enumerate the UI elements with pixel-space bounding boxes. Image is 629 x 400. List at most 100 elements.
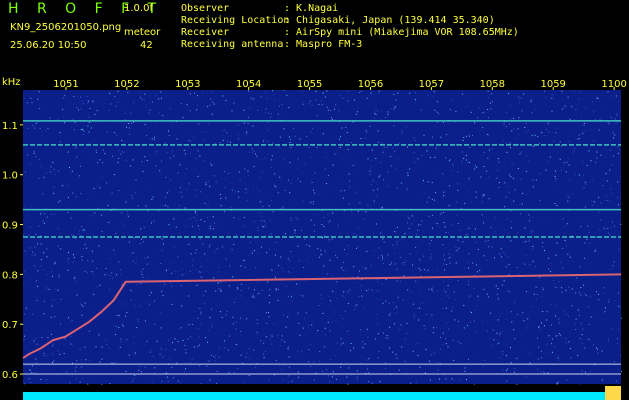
noise-dot: [556, 205, 558, 206]
noise-dot: [305, 280, 307, 282]
noise-dot: [72, 234, 74, 236]
noise-dot: [340, 190, 342, 192]
noise-dot: [407, 172, 409, 174]
noise-dot: [414, 316, 416, 318]
noise-dot: [573, 90, 575, 92]
noise-dot: [265, 350, 266, 352]
noise-dot: [73, 257, 75, 259]
noise-dot: [551, 338, 553, 340]
noise-dot: [481, 214, 483, 216]
noise-dot: [49, 267, 51, 268]
noise-dot: [564, 163, 566, 165]
noise-dot: [46, 354, 48, 356]
noise-dot: [213, 225, 215, 226]
noise-dot: [153, 172, 155, 174]
noise-dot: [546, 311, 548, 313]
noise-dot: [69, 167, 70, 168]
noise-dot: [499, 316, 501, 318]
noise-dot: [92, 235, 93, 237]
noise-dot: [411, 215, 413, 217]
noise-dot: [589, 182, 591, 184]
noise-dot: [469, 146, 471, 148]
noise-dot: [253, 221, 255, 223]
noise-dot: [373, 200, 375, 202]
noise-dot: [378, 247, 380, 249]
noise-dot: [501, 256, 503, 258]
noise-dot: [528, 321, 530, 323]
noise-dot: [64, 122, 66, 124]
noise-dot: [328, 222, 330, 224]
noise-dot: [538, 346, 540, 348]
noise-dot: [370, 193, 372, 195]
noise-dot: [132, 197, 134, 199]
noise-dot: [223, 129, 225, 131]
noise-dot: [304, 162, 306, 163]
noise-dot: [332, 286, 333, 288]
noise-dot: [556, 383, 558, 385]
noise-dot: [311, 104, 313, 106]
noise-dot: [52, 275, 54, 277]
noise-dot: [539, 276, 541, 278]
noise-dot: [482, 127, 484, 128]
noise-dot: [74, 370, 76, 372]
noise-dot: [431, 253, 432, 255]
noise-dot: [218, 333, 220, 335]
noise-dot: [69, 382, 71, 384]
noise-dot: [27, 154, 29, 156]
noise-dot: [54, 213, 56, 215]
noise-dot: [558, 318, 560, 320]
noise-dot: [537, 136, 539, 138]
noise-dot: [197, 104, 199, 106]
noise-dot: [257, 109, 259, 111]
noise-dot: [443, 263, 445, 265]
noise-dot: [95, 109, 97, 111]
noise-dot: [253, 166, 255, 168]
noise-dot: [385, 362, 387, 364]
noise-dot: [603, 178, 604, 180]
noise-dot: [146, 160, 148, 161]
noise-dot: [575, 173, 577, 175]
noise-dot: [174, 202, 176, 204]
noise-dot: [260, 246, 262, 248]
noise-dot: [334, 153, 336, 155]
noise-dot: [423, 269, 425, 271]
noise-dot: [506, 151, 508, 153]
noise-dot: [528, 353, 530, 354]
noise-dot: [383, 241, 385, 243]
noise-dot: [490, 102, 491, 104]
noise-dot: [318, 305, 320, 307]
noise-dot: [25, 171, 26, 173]
noise-dot: [572, 153, 574, 154]
noise-dot: [200, 246, 202, 248]
noise-dot: [565, 338, 567, 339]
noise-dot: [143, 241, 145, 243]
noise-dot: [406, 189, 408, 191]
noise-dot: [508, 174, 510, 176]
noise-dot: [532, 216, 534, 218]
noise-dot: [490, 312, 492, 314]
noise-dot: [287, 258, 289, 260]
noise-dot: [350, 343, 352, 344]
noise-dot: [613, 261, 615, 263]
noise-dot: [171, 303, 173, 305]
noise-dot: [306, 244, 308, 246]
noise-dot: [615, 95, 617, 97]
noise-dot: [211, 355, 212, 356]
noise-dot: [368, 288, 370, 290]
noise-dot: [310, 219, 312, 221]
noise-dot: [228, 335, 230, 337]
noise-dot: [35, 338, 37, 340]
noise-dot: [23, 95, 24, 97]
noise-dot: [205, 290, 207, 292]
noise-dot: [229, 265, 230, 267]
noise-dot: [287, 381, 289, 383]
noise-dot: [366, 132, 368, 133]
noise-dot: [332, 164, 334, 166]
noise-dot: [60, 298, 62, 300]
noise-dot: [51, 270, 53, 272]
noise-dot: [560, 336, 562, 338]
noise-dot: [436, 101, 438, 103]
noise-dot: [520, 97, 522, 99]
noise-dot: [593, 140, 594, 142]
noise-dot: [614, 118, 616, 120]
